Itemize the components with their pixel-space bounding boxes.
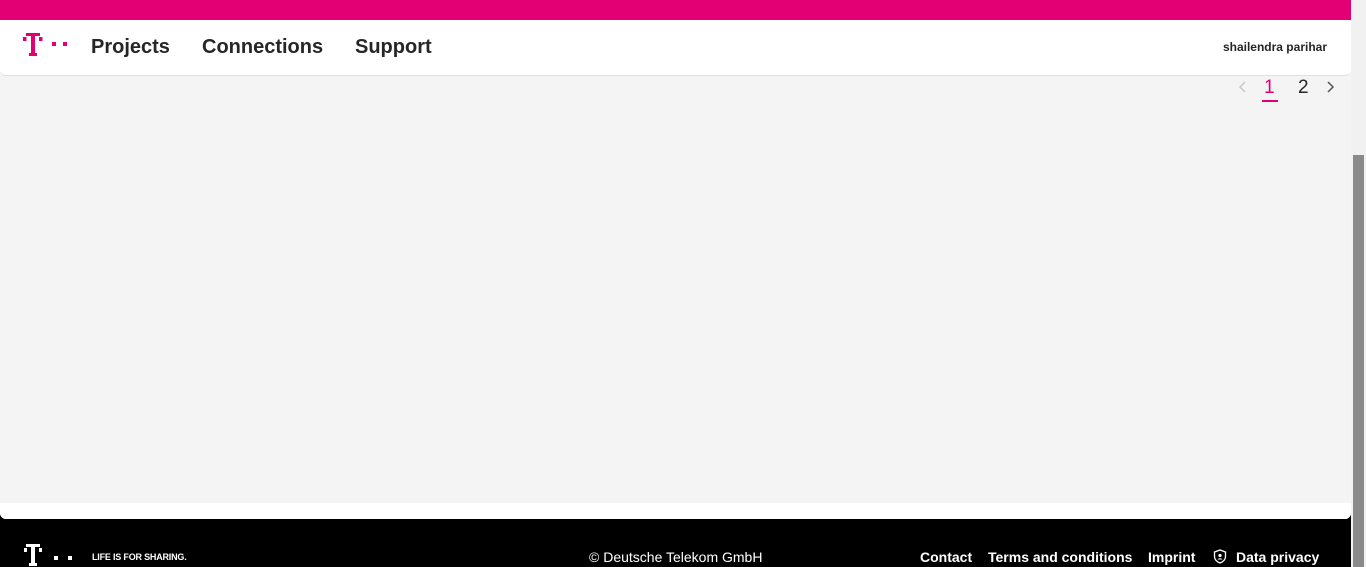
shield-icon xyxy=(1213,549,1227,564)
active-page-indicator xyxy=(1262,100,1278,102)
app-header: Projects Connections Support shailendra … xyxy=(0,20,1351,76)
main-card: Projects Connections Support shailendra … xyxy=(0,20,1351,519)
nav-support[interactable]: Support xyxy=(355,35,432,59)
brand-top-bar xyxy=(0,0,1351,20)
chevron-left-icon[interactable] xyxy=(1237,80,1249,94)
footer-link-terms[interactable]: Terms and conditions xyxy=(988,549,1132,565)
content-bottom-strip xyxy=(0,503,1351,519)
page-1-button[interactable]: 1 xyxy=(1264,77,1275,99)
footer-link-imprint[interactable]: Imprint xyxy=(1148,549,1195,565)
page-scrollbar[interactable] xyxy=(1351,0,1366,567)
footer-tagline: LIFE IS FOR SHARING. xyxy=(92,552,187,562)
telekom-logo-icon[interactable] xyxy=(23,33,77,57)
telekom-logo-icon xyxy=(24,544,72,566)
user-name[interactable]: shailendra parihar xyxy=(1223,40,1327,54)
footer-link-data-privacy[interactable]: Data privacy xyxy=(1236,549,1319,565)
nav-projects[interactable]: Projects xyxy=(91,35,170,59)
footer: LIFE IS FOR SHARING. © Deutsche Telekom … xyxy=(0,519,1351,567)
nav-connections[interactable]: Connections xyxy=(202,35,323,59)
footer-link-contact[interactable]: Contact xyxy=(920,549,972,565)
footer-copyright: © Deutsche Telekom GmbH xyxy=(589,549,763,565)
scrollbar-thumb[interactable] xyxy=(1353,155,1364,567)
chevron-right-icon[interactable] xyxy=(1325,80,1337,94)
page-2-button[interactable]: 2 xyxy=(1298,77,1309,99)
